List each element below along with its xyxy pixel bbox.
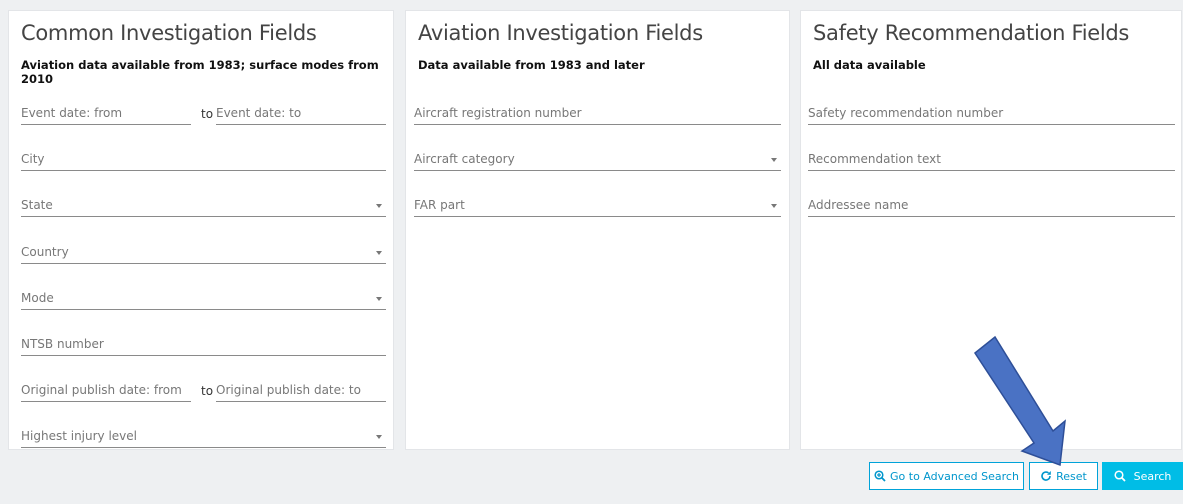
to-label: to <box>201 107 214 121</box>
panel-subtitle: All data available <box>813 58 926 72</box>
pub-date-from-placeholder: Original publish date: from <box>21 383 182 397</box>
chevron-down-icon <box>376 251 382 255</box>
event-date-to-field[interactable]: Event date: to <box>216 101 386 125</box>
country-placeholder: Country <box>21 245 69 259</box>
aircraft-category-select[interactable]: Aircraft category <box>414 147 781 171</box>
advanced-search-label: Go to Advanced Search <box>890 469 1019 483</box>
aviation-fields-panel: Aviation Investigation Fields Data avail… <box>405 10 790 450</box>
far-part-select[interactable]: FAR part <box>414 193 781 217</box>
far-part-placeholder: FAR part <box>414 198 465 212</box>
country-select[interactable]: Country <box>21 240 386 264</box>
panel-title: Aviation Investigation Fields <box>418 21 703 45</box>
chevron-down-icon <box>771 204 777 208</box>
search-button[interactable]: Search <box>1102 462 1183 490</box>
injury-level-placeholder: Highest injury level <box>21 429 137 443</box>
ntsb-number-field[interactable]: NTSB number <box>21 332 386 356</box>
addressee-placeholder: Addressee name <box>808 198 909 212</box>
search-label: Search <box>1133 469 1172 483</box>
to-label: to <box>201 384 214 398</box>
addressee-field[interactable]: Addressee name <box>808 193 1175 217</box>
refresh-icon <box>1041 471 1051 481</box>
state-placeholder: State <box>21 198 53 212</box>
chevron-down-icon <box>771 158 777 162</box>
ntsb-number-placeholder: NTSB number <box>21 337 104 351</box>
rec-number-field[interactable]: Safety recommendation number <box>808 101 1175 125</box>
rec-text-field[interactable]: Recommendation text <box>808 147 1175 171</box>
event-date-to-placeholder: Event date: to <box>216 106 302 120</box>
panel-subtitle: Aviation data available from 1983; surfa… <box>21 58 379 86</box>
panel-subtitle: Data available from 1983 and later <box>418 58 645 72</box>
registration-placeholder: Aircraft registration number <box>414 106 582 120</box>
chevron-down-icon <box>376 204 382 208</box>
event-date-from-field[interactable]: Event date: from <box>21 101 191 125</box>
zoom-in-icon <box>874 470 886 482</box>
common-fields-panel: Common Investigation Fields Aviation dat… <box>8 10 394 450</box>
registration-field[interactable]: Aircraft registration number <box>414 101 781 125</box>
pub-date-to-field[interactable]: Original publish date: to <box>216 378 386 402</box>
mode-placeholder: Mode <box>21 291 54 305</box>
chevron-down-icon <box>376 435 382 439</box>
pub-date-to-placeholder: Original publish date: to <box>216 383 361 397</box>
search-icon <box>1114 470 1126 482</box>
city-field[interactable]: City <box>21 147 386 171</box>
panel-title: Common Investigation Fields <box>21 21 317 45</box>
annotation-arrow-icon <box>973 335 1066 467</box>
panel-title: Safety Recommendation Fields <box>813 21 1130 45</box>
pub-date-from-field[interactable]: Original publish date: from <box>21 378 191 402</box>
rec-number-placeholder: Safety recommendation number <box>808 106 1004 120</box>
chevron-down-icon <box>376 297 382 301</box>
reset-label: Reset <box>1056 469 1087 483</box>
state-select[interactable]: State <box>21 193 386 217</box>
injury-level-select[interactable]: Highest injury level <box>21 424 386 448</box>
city-placeholder: City <box>21 152 45 166</box>
mode-select[interactable]: Mode <box>21 286 386 310</box>
event-date-from-placeholder: Event date: from <box>21 106 123 120</box>
rec-text-placeholder: Recommendation text <box>808 152 941 166</box>
aircraft-category-placeholder: Aircraft category <box>414 152 515 166</box>
